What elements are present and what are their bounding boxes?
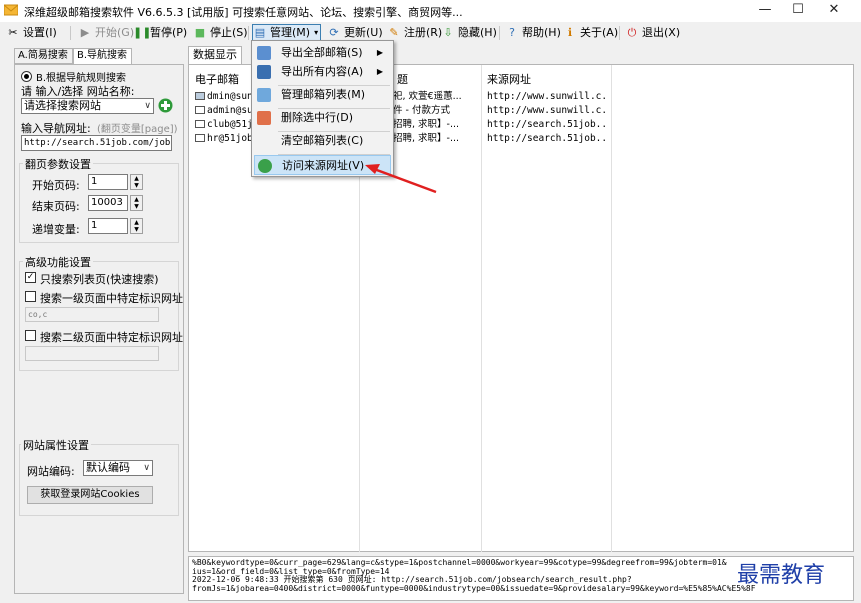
column-header-title[interactable]: 题 (397, 71, 408, 87)
about-button[interactable]: ℹ 关于(A) (563, 24, 618, 42)
help-icon: ? (509, 26, 515, 39)
end-page-label: 结束页码: (32, 200, 80, 213)
start-page-input[interactable]: 1 (88, 174, 128, 190)
play-icon: ▶ (80, 26, 90, 39)
annotation-arrow-icon (365, 164, 437, 194)
stop-button[interactable]: ■ 停止(S) (193, 24, 248, 42)
level1-checkbox[interactable] (25, 291, 36, 302)
chevron-down-icon: ∨ (144, 101, 151, 111)
watermark: 最需教育 (737, 563, 826, 588)
site-name-label: 请 输入/选择 网站名称: (21, 85, 135, 98)
column-divider (611, 65, 612, 552)
site-props-group (19, 444, 179, 516)
only-list-checkbox[interactable]: ✓ (25, 272, 36, 283)
toolbar: ✂ 设置(I) ▶ 开始(G) ❚❚ 暂停(P) ■ 停止(S) ▤ 管理(M) ▾ ⟳ 更新… (0, 22, 861, 44)
window-title: 深维超级邮箱搜索软件 V6.6.5.3 [试用版] 可搜索任意网站、论坛、搜索引… (24, 6, 463, 19)
power-icon: ⏻ (627, 26, 637, 39)
column-header-url[interactable]: 来源网址 (487, 71, 531, 87)
mail-icon (195, 134, 205, 142)
document-icon: ▤ (254, 26, 266, 39)
mail-icon (195, 92, 205, 100)
menu-item-export-all-content[interactable]: 导出所有内容(A) ▶ (254, 62, 391, 82)
level1-label: 搜索一级页面中特定标识网址 (40, 292, 183, 305)
start-page-label: 开始页码: (32, 179, 80, 192)
app-envelope-icon (4, 4, 18, 16)
info-icon: ℹ (567, 26, 573, 39)
tab-data-display[interactable]: 数据显示 (188, 46, 242, 64)
paging-title: 翻页参数设置 (23, 156, 93, 172)
step-input[interactable]: 1 (88, 218, 128, 234)
toolbar-divider (619, 26, 620, 40)
scissors-icon: ✂ (8, 26, 18, 39)
menu-item-manage-list[interactable]: 管理邮箱列表(M) (254, 85, 391, 105)
step-spinner[interactable]: ▲ ▼ (130, 218, 143, 234)
manage-dropdown-menu: 导出全部邮箱(S) ▶ 导出所有内容(A) ▶ 管理邮箱列表(M) 删除选中行(… (251, 40, 394, 177)
help-button[interactable]: ? 帮助(H) (505, 24, 561, 42)
level1-input[interactable]: co,c (25, 307, 159, 322)
delete-icon (257, 111, 271, 125)
tab-simple-search[interactable]: A.简易搜索 (14, 48, 73, 64)
site-props-title: 网站属性设置 (21, 437, 91, 453)
encoding-select[interactable]: 默认编码 ∨ (83, 460, 153, 476)
settings-button[interactable]: ✂ 设置(I) (6, 24, 56, 42)
nav-url-label: 输入导航网址: (21, 122, 91, 135)
globe-icon (258, 159, 272, 173)
menu-item-clear-list[interactable]: 清空邮箱列表(C) (254, 131, 391, 151)
pause-button[interactable]: ❚❚ 暂停(P) (133, 24, 187, 42)
title-bar: 深维超级邮箱搜索软件 V6.6.5.3 [试用版] 可搜索任意网站、论坛、搜索引… (0, 0, 861, 22)
level2-label: 搜索二级页面中特定标识网址 (40, 331, 183, 344)
pause-icon: ❚❚ (133, 26, 152, 39)
exit-button[interactable]: ⏻ 退出(X) (625, 24, 680, 42)
submenu-arrow-icon: ▶ (376, 67, 383, 76)
encoding-label: 网站编码: (27, 465, 75, 478)
left-panel: B.根据导航规则搜索 请 输入/选择 网站名称: 请选择搜索网站 ∨ 输入导航网… (14, 64, 184, 594)
export-icon (257, 46, 271, 60)
start-button[interactable]: ▶ 开始(G) (78, 24, 134, 42)
register-button[interactable]: ✎ 注册(R) (387, 24, 442, 42)
close-button[interactable]: ✕ (812, 0, 856, 22)
get-cookies-button[interactable]: 获取登录网站Cookies (27, 486, 153, 504)
download-icon: ⇩ (443, 26, 453, 39)
hide-button[interactable]: ⇩ 隐藏(H) (441, 24, 496, 42)
tab-nav-search[interactable]: B.导航搜索 (73, 48, 132, 65)
level2-checkbox[interactable] (25, 330, 36, 341)
stop-icon: ■ (194, 26, 206, 39)
submenu-arrow-icon: ▶ (376, 48, 383, 57)
advanced-title: 高级功能设置 (23, 254, 93, 270)
nav-url-input[interactable]: http://search.51job.com/jobse (21, 135, 172, 151)
step-label: 递增变量: (32, 223, 80, 236)
mail-icon (195, 120, 205, 128)
site-select[interactable]: 请选择搜索网站 ∨ (21, 98, 154, 114)
save-icon (257, 65, 271, 79)
menu-item-export-all-emails[interactable]: 导出全部邮箱(S) ▶ (254, 43, 391, 63)
toolbar-divider (70, 26, 71, 40)
mail-icon (195, 106, 205, 114)
level2-input[interactable] (25, 346, 159, 361)
toolbar-divider (248, 26, 249, 40)
start-page-spinner[interactable]: ▲ ▼ (130, 174, 143, 190)
list-icon (257, 88, 271, 102)
toolbar-divider (499, 26, 500, 40)
nav-rule-radio[interactable] (21, 71, 32, 82)
end-page-spinner[interactable]: ▲ ▼ (130, 195, 143, 211)
end-page-input[interactable]: 10003 (88, 195, 128, 211)
only-list-label: 只搜索列表页(快速搜索) (40, 273, 159, 286)
nav-url-hint: (翻页变量[page]) (97, 124, 178, 135)
column-header-email[interactable]: 电子邮箱 (195, 71, 239, 87)
menu-item-delete-selected[interactable]: 删除选中行(D) (254, 108, 391, 128)
chevron-down-icon: ∨ (143, 463, 150, 473)
register-icon: ✎ (389, 26, 399, 39)
refresh-icon: ⟳ (329, 26, 339, 39)
add-site-icon[interactable] (158, 98, 173, 113)
nav-rule-label: B.根据导航规则搜索 (36, 73, 127, 84)
